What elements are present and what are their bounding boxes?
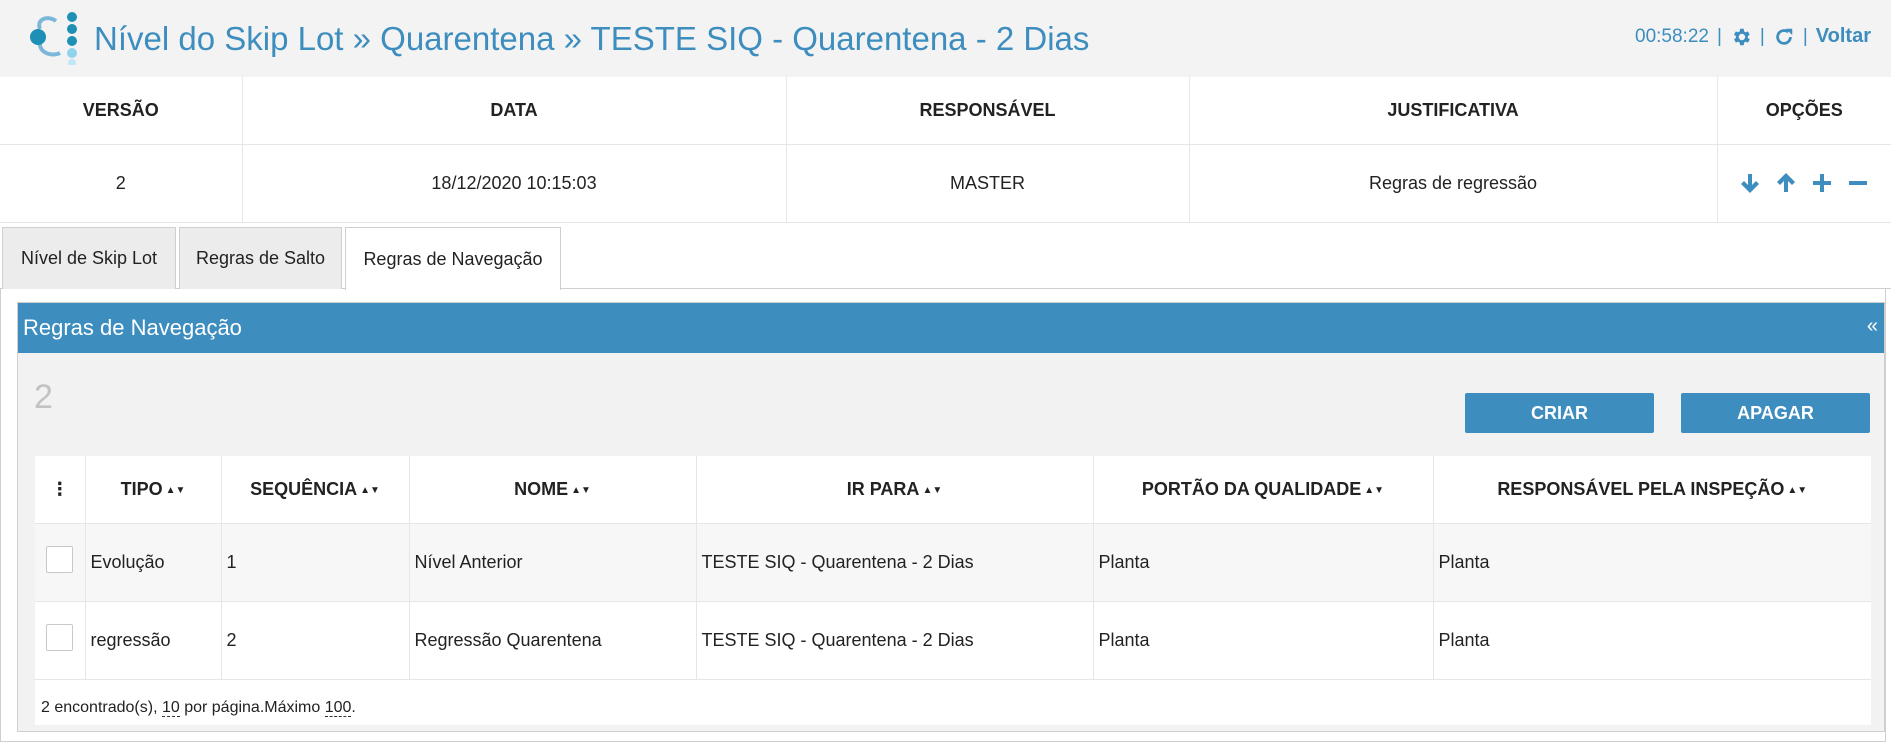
sort-icon: ▲▼	[360, 484, 380, 496]
session-timer: 00:58:22	[1635, 25, 1709, 47]
cell-tipo: Evolução	[85, 523, 222, 602]
record-count: 2	[34, 378, 53, 416]
table-row[interactable]: regressão 2 Regressão Quarentena TESTE S…	[35, 601, 1871, 680]
row-select	[35, 601, 86, 680]
column-header-sequencia[interactable]: SEQUÊNCIA ▲▼	[221, 456, 410, 524]
column-header-ir-para[interactable]: IR PARA ▲▼	[696, 456, 1094, 524]
cell-sequencia: 1	[221, 523, 410, 602]
delete-button[interactable]: APAGAR	[1681, 393, 1870, 433]
table-row[interactable]: Evolução 1 Nível Anterior TESTE SIQ - Qu…	[35, 523, 1871, 602]
arrow-up-icon[interactable]	[1774, 171, 1798, 195]
column-label: NOME	[514, 478, 569, 499]
rules-table-container: ⋮ TIPO ▲▼ SEQUÊNCIA ▲▼ NOME ▲▼ IR PARA ▲▼ PO…	[35, 456, 1871, 725]
separator: |	[1716, 25, 1722, 47]
panel-header: Regras de Navegação «	[18, 303, 1884, 353]
column-label: TIPO	[120, 478, 163, 499]
rules-table: ⋮ TIPO ▲▼ SEQUÊNCIA ▲▼ NOME ▲▼ IR PARA ▲▼ PO…	[35, 456, 1871, 680]
sort-icon: ▲▼	[571, 484, 591, 496]
per-page-selector[interactable]: 10	[161, 699, 180, 717]
cell-responsavel-inspecao: Planta	[1433, 601, 1871, 680]
version-date: 18/12/2020 10:15:03	[242, 144, 787, 223]
app-header: Nível do Skip Lot » Quarentena » TESTE S…	[0, 0, 1891, 77]
tab-bar: Nível de Skip Lot Regras de Salto Regras…	[0, 224, 1891, 290]
column-header-nome[interactable]: NOME ▲▼	[409, 456, 697, 524]
gear-icon[interactable]	[1730, 26, 1752, 48]
column-label: IR PARA	[846, 478, 920, 499]
max-selector[interactable]: 100	[324, 699, 352, 717]
version-header-row: VERSÃO DATA RESPONSÁVEL JUSTIFICATIVA OP…	[0, 77, 1891, 145]
cell-nome: Nível Anterior	[409, 523, 697, 602]
collapse-icon[interactable]: «	[1867, 315, 1878, 338]
minus-icon[interactable]	[1846, 171, 1870, 195]
separator: |	[1802, 25, 1808, 47]
column-header-justificativa: JUSTIFICATIVA	[1189, 77, 1718, 145]
version-owner: MASTER	[786, 144, 1190, 223]
cell-portao-qualidade: Planta	[1093, 523, 1434, 602]
footer-end: .	[351, 699, 356, 716]
sort-icon: ▲▼	[1364, 484, 1385, 496]
column-header-responsavel-inspecao[interactable]: RESPONSÁVEL PELA INSPEÇÃO ▲▼	[1433, 456, 1871, 524]
column-label: RESPONSÁVEL PELA INSPEÇÃO	[1497, 478, 1785, 499]
arrow-down-icon[interactable]	[1738, 171, 1762, 195]
cell-portao-qualidade: Planta	[1093, 601, 1434, 680]
cell-nome: Regressão Quarentena	[409, 601, 697, 680]
sort-icon: ▲▼	[922, 484, 943, 496]
panel-title: Regras de Navegação	[23, 315, 242, 340]
header-actions: 00:58:22 | | | Voltar	[1635, 25, 1871, 48]
tab-content: Regras de Navegação « 2 CRIAR APAGAR ⋮ T…	[0, 289, 1886, 742]
cell-ir-para: TESTE SIQ - Quarentena - 2 Dias	[696, 523, 1094, 602]
app-logo-icon	[30, 12, 77, 65]
create-button[interactable]: CRIAR	[1465, 393, 1654, 433]
pagination-footer: 2 encontrado(s), 10 por página.Máximo 10…	[41, 699, 356, 717]
column-header-opcoes: OPÇÕES	[1717, 77, 1891, 145]
row-checkbox[interactable]	[46, 624, 74, 651]
version-options	[1717, 144, 1891, 223]
column-label: SEQUÊNCIA	[250, 478, 358, 499]
per-page-text: por página.Máximo	[179, 699, 325, 716]
column-header-portao-qualidade[interactable]: PORTÃO DA QUALIDADE ▲▼	[1093, 456, 1434, 524]
back-link[interactable]: Voltar	[1816, 25, 1871, 48]
table-header-row: ⋮ TIPO ▲▼ SEQUÊNCIA ▲▼ NOME ▲▼ IR PARA ▲▼ PO…	[35, 456, 1871, 524]
tab-regras-salto[interactable]: Regras de Salto	[179, 227, 342, 289]
tab-regras-navegacao[interactable]: Regras de Navegação	[345, 227, 561, 290]
version-justification: Regras de regressão	[1189, 144, 1718, 223]
plus-icon[interactable]	[1810, 171, 1834, 195]
column-menu-icon[interactable]: ⋮	[35, 456, 86, 524]
refresh-icon[interactable]	[1773, 26, 1795, 48]
version-table: VERSÃO DATA RESPONSÁVEL JUSTIFICATIVA OP…	[0, 77, 1891, 223]
sort-icon: ▲▼	[1787, 484, 1808, 496]
version-number: 2	[0, 144, 243, 223]
column-header-tipo[interactable]: TIPO ▲▼	[85, 456, 222, 524]
cell-tipo: regressão	[85, 601, 222, 680]
cell-sequencia: 2	[221, 601, 410, 680]
cell-ir-para: TESTE SIQ - Quarentena - 2 Dias	[696, 601, 1094, 680]
column-label: PORTÃO DA QUALIDADE	[1141, 478, 1362, 499]
page-title: Nível do Skip Lot » Quarentena » TESTE S…	[94, 20, 1090, 57]
cell-responsavel-inspecao: Planta	[1433, 523, 1871, 602]
row-checkbox[interactable]	[46, 546, 74, 573]
column-header-responsavel: RESPONSÁVEL	[786, 77, 1190, 145]
navigation-rules-panel: Regras de Navegação « 2 CRIAR APAGAR ⋮ T…	[17, 302, 1885, 732]
version-row: 2 18/12/2020 10:15:03 MASTER Regras de r…	[0, 144, 1891, 223]
row-select	[35, 523, 86, 602]
column-header-data: DATA	[242, 77, 787, 145]
sort-icon: ▲▼	[165, 484, 186, 496]
found-count: 2 encontrado(s),	[41, 699, 162, 716]
column-header-versao: VERSÃO	[0, 77, 243, 145]
separator: |	[1759, 25, 1765, 47]
tab-nivel-skip-lot[interactable]: Nível de Skip Lot	[2, 227, 176, 289]
